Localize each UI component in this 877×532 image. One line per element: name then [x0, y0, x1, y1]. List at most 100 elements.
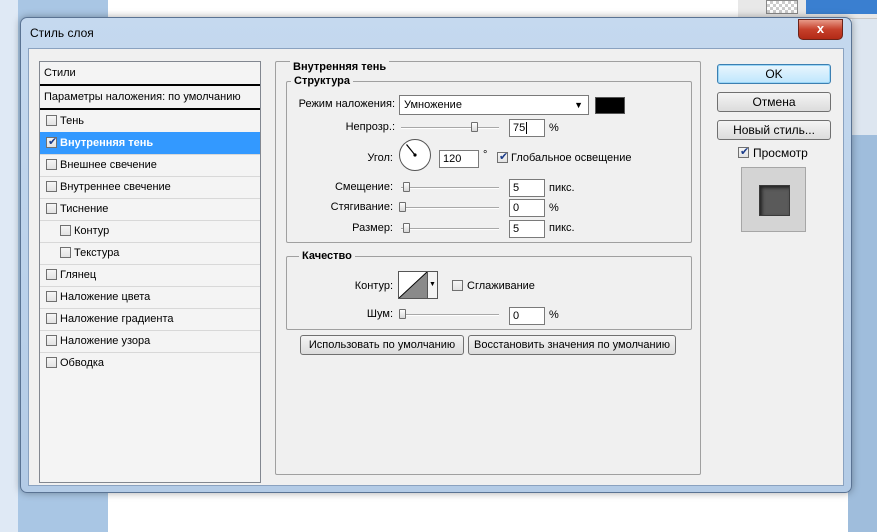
antialias-label: Сглаживание	[467, 280, 535, 292]
distance-slider-track[interactable]	[401, 187, 499, 189]
size-slider-track[interactable]	[401, 228, 499, 230]
choke-label: Стягивание:	[330, 201, 393, 213]
style-item-label: Тиснение	[60, 203, 109, 215]
styles-list-header[interactable]: Стили	[40, 62, 260, 86]
style-item-stroke[interactable]: Обводка	[40, 352, 260, 374]
style-item-label: Внутреннее свечение	[60, 181, 171, 193]
texture-checkbox[interactable]	[60, 247, 71, 258]
opacity-input[interactable]: 75	[509, 119, 545, 137]
style-item-label: Наложение цвета	[60, 291, 151, 303]
styles-header-label: Стили	[44, 67, 76, 79]
distance-label: Смещение:	[334, 181, 393, 193]
angle-label: Угол:	[367, 152, 393, 164]
close-button[interactable]: x	[798, 19, 843, 40]
noise-unit: %	[549, 309, 559, 321]
noise-slider-thumb[interactable]	[399, 309, 406, 319]
distance-slider-thumb[interactable]	[403, 182, 410, 192]
outer-glow-checkbox[interactable]	[46, 159, 57, 170]
blend-mode-label: Режим наложения:	[298, 98, 395, 110]
opacity-value: 75	[513, 122, 526, 134]
style-item-pattern-overlay[interactable]: Наложение узора	[40, 330, 260, 353]
style-item-label: Тень	[60, 115, 85, 127]
opacity-unit: %	[549, 122, 559, 134]
contour-dropdown-button[interactable]: ▼	[428, 271, 438, 299]
preview-checkbox[interactable]	[738, 145, 749, 158]
quality-title: Качество	[299, 250, 355, 262]
angle-dial-needle-icon	[406, 144, 417, 157]
blend-mode-select[interactable]: Умножение ▼	[399, 95, 589, 115]
style-preview-thumbnail	[741, 167, 806, 232]
stroke-checkbox[interactable]	[46, 357, 57, 368]
style-item-texture[interactable]: Текстура	[40, 242, 260, 265]
new-style-button[interactable]: Новый стиль...	[717, 120, 831, 140]
quality-group: Качество Контур: ▼ Сглаживание Шум: 0 %	[286, 250, 692, 330]
cancel-button[interactable]: Отмена	[717, 92, 831, 112]
contour-preview[interactable]	[398, 271, 428, 299]
make-default-label: Использовать по умолчанию	[308, 339, 456, 351]
angle-input[interactable]: 120	[439, 150, 479, 168]
drop-shadow-checkbox[interactable]	[46, 115, 57, 126]
distance-value: 5	[513, 182, 520, 194]
chevron-down-icon: ▼	[429, 281, 436, 288]
style-item-contour[interactable]: Контур	[40, 220, 260, 243]
background-scrollbar	[848, 135, 877, 532]
style-item-inner-shadow[interactable]: Внутренняя тень	[40, 132, 260, 155]
style-item-label: Внутренняя тень	[60, 137, 154, 149]
contour-checkbox[interactable]	[60, 225, 71, 236]
inner-shadow-checkbox[interactable]	[46, 135, 57, 148]
cancel-label: Отмена	[752, 95, 796, 109]
opacity-slider-thumb[interactable]	[471, 122, 478, 132]
pattern-overlay-checkbox[interactable]	[46, 335, 57, 346]
color-overlay-checkbox[interactable]	[46, 291, 57, 302]
dialog-titlebar[interactable]: Стиль слоя x	[21, 18, 851, 48]
size-input[interactable]: 5	[509, 220, 545, 238]
blending-options-item[interactable]: Параметры наложения: по умолчанию	[40, 86, 260, 110]
style-item-color-overlay[interactable]: Наложение цвета	[40, 286, 260, 309]
blending-options-label: Параметры наложения: по умолчанию	[44, 91, 241, 103]
style-item-label: Обводка	[60, 357, 105, 369]
antialias-checkbox[interactable]	[452, 280, 463, 291]
size-unit: пикс.	[549, 222, 575, 234]
close-icon: x	[816, 21, 825, 36]
styles-list: Стили Параметры наложения: по умолчанию …	[39, 61, 261, 483]
global-light-label: Глобальное освещение	[511, 152, 632, 164]
layer-style-dialog: Стиль слоя x Стили Параметры наложения: …	[20, 17, 852, 493]
reset-to-default-button[interactable]: Восстановить значения по умолчанию	[468, 335, 676, 355]
choke-input[interactable]: 0	[509, 199, 545, 217]
reset-to-default-label: Восстановить значения по умолчанию	[473, 339, 670, 351]
inner-shadow-panel: Внутренняя тень Структура Режим наложени…	[275, 61, 701, 475]
style-item-inner-glow[interactable]: Внутреннее свечение	[40, 176, 260, 199]
layer-thumbnail	[766, 0, 798, 14]
style-item-satin[interactable]: Глянец	[40, 264, 260, 287]
gradient-overlay-checkbox[interactable]	[46, 313, 57, 324]
opacity-slider-track[interactable]	[401, 127, 499, 129]
style-item-label: Контур	[74, 225, 110, 237]
style-item-label: Наложение узора	[60, 335, 151, 347]
style-item-gradient-overlay[interactable]: Наложение градиента	[40, 308, 260, 331]
global-light-checkbox[interactable]	[497, 150, 508, 163]
satin-checkbox[interactable]	[46, 269, 57, 280]
choke-slider-track[interactable]	[401, 207, 499, 209]
preview-label: Просмотр	[753, 146, 808, 160]
style-item-drop-shadow[interactable]: Тень	[40, 110, 260, 133]
size-value: 5	[513, 223, 520, 235]
ok-button[interactable]: OK	[717, 64, 831, 84]
make-default-button[interactable]: Использовать по умолчанию	[300, 335, 464, 355]
shadow-color-swatch[interactable]	[595, 97, 625, 114]
ok-label: OK	[765, 67, 783, 81]
size-slider-thumb[interactable]	[403, 223, 410, 233]
inner-glow-checkbox[interactable]	[46, 181, 57, 192]
distance-input[interactable]: 5	[509, 179, 545, 197]
background-selected-layer	[806, 0, 877, 14]
contour-linear-icon	[399, 272, 427, 298]
structure-title: Структура	[291, 75, 353, 87]
bevel-emboss-checkbox[interactable]	[46, 203, 57, 214]
choke-slider-thumb[interactable]	[399, 202, 406, 212]
style-item-outer-glow[interactable]: Внешнее свечение	[40, 154, 260, 177]
angle-dial[interactable]	[399, 139, 431, 171]
noise-slider-track[interactable]	[401, 314, 499, 316]
noise-input[interactable]: 0	[509, 307, 545, 325]
style-item-bevel-emboss[interactable]: Тиснение	[40, 198, 260, 221]
choke-value: 0	[513, 202, 520, 214]
inner-shadow-title: Внутренняя тень	[290, 61, 390, 73]
